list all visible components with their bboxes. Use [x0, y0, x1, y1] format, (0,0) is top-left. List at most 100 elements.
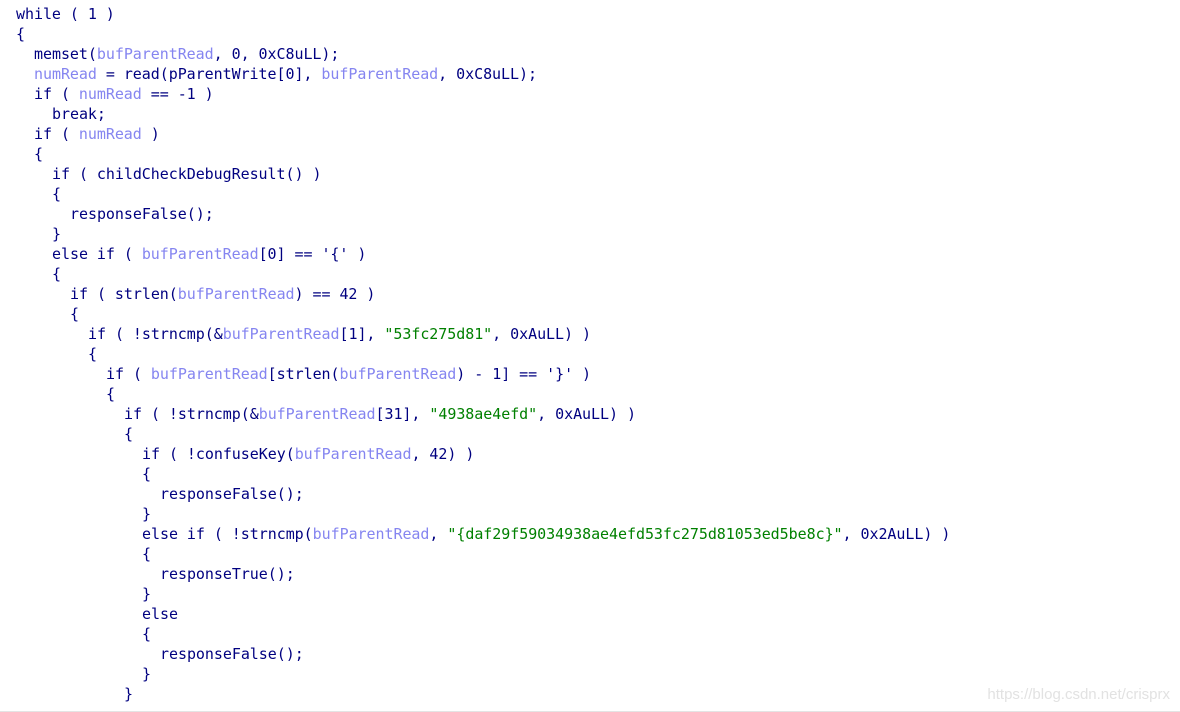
code-text: responseTrue();	[160, 565, 295, 583]
code-text: = read(pParentWrite[0],	[96, 65, 322, 83]
code-line[interactable]: }	[16, 584, 950, 604]
code-line[interactable]: responseFalse();	[16, 484, 950, 504]
code-variable: bufParentRead	[258, 405, 376, 423]
code-text: {	[34, 145, 43, 163]
code-text: )	[141, 125, 160, 143]
code-line[interactable]: responseTrue();	[16, 564, 950, 584]
code-line[interactable]: }	[16, 684, 950, 704]
code-text: if (	[34, 125, 79, 143]
code-text: if ( strlen(	[70, 285, 178, 303]
code-line[interactable]: if ( numRead )	[16, 124, 950, 144]
code-line[interactable]: {	[16, 424, 950, 444]
code-text: [strlen(	[267, 365, 340, 383]
code-string: "4938ae4efd"	[429, 405, 538, 423]
code-variable: numRead	[78, 125, 142, 143]
code-text: {	[88, 345, 97, 363]
code-text: }	[142, 505, 151, 523]
code-text: else if ( !strncmp(	[142, 525, 313, 543]
code-text: }	[52, 225, 61, 243]
code-text: if (	[106, 365, 151, 383]
code-string: "53fc275d81"	[384, 325, 493, 343]
code-variable: bufParentRead	[150, 365, 268, 383]
code-line[interactable]: {	[16, 144, 950, 164]
code-text: , 42) )	[411, 445, 475, 463]
code-variable: bufParentRead	[222, 325, 340, 343]
code-line[interactable]: while ( 1 )	[16, 4, 950, 24]
code-text: [31],	[375, 405, 430, 423]
code-line[interactable]: else if ( bufParentRead[0] == '{' )	[16, 244, 950, 264]
code-text: , 0xC8uLL);	[438, 65, 537, 83]
code-text: , 0xAuLL) )	[537, 405, 636, 423]
code-line[interactable]: else if ( !strncmp(bufParentRead, "{daf2…	[16, 524, 950, 544]
code-variable: bufParentRead	[339, 365, 457, 383]
code-text: else if (	[52, 245, 142, 263]
code-text: }	[124, 685, 133, 703]
code-line[interactable]: if ( strlen(bufParentRead) == 42 )	[16, 284, 950, 304]
code-text: if ( !strncmp(&	[124, 405, 259, 423]
code-line[interactable]: else	[16, 604, 950, 624]
code-text: responseFalse();	[160, 485, 304, 503]
code-text: ,	[429, 525, 448, 543]
code-variable: bufParentRead	[177, 285, 295, 303]
code-text: {	[124, 425, 133, 443]
code-text: {	[106, 385, 115, 403]
code-line[interactable]: memset(bufParentRead, 0, 0xC8uLL);	[16, 44, 950, 64]
code-line[interactable]: }	[16, 504, 950, 524]
code-text: [1],	[339, 325, 385, 343]
code-text: if (	[34, 85, 79, 103]
code-variable: numRead	[78, 85, 142, 103]
code-variable: bufParentRead	[321, 65, 439, 83]
code-text: {	[142, 465, 151, 483]
code-line[interactable]: responseFalse();	[16, 204, 950, 224]
code-text: , 0x2AuLL) )	[842, 525, 951, 543]
code-text: {	[16, 25, 25, 43]
code-line[interactable]: {	[16, 544, 950, 564]
code-text: , 0, 0xC8uLL);	[213, 45, 340, 63]
code-text: , 0xAuLL) )	[492, 325, 591, 343]
code-line[interactable]: if ( numRead == -1 )	[16, 84, 950, 104]
code-text: ) - 1] == '}' )	[456, 365, 592, 383]
code-text: {	[142, 545, 151, 563]
code-text: break;	[52, 105, 106, 123]
code-line[interactable]: {	[16, 464, 950, 484]
code-variable: bufParentRead	[141, 245, 259, 263]
code-line[interactable]: numRead = read(pParentWrite[0], bufParen…	[16, 64, 950, 84]
code-line[interactable]: }	[16, 224, 950, 244]
code-line[interactable]: if ( bufParentRead[strlen(bufParentRead)…	[16, 364, 950, 384]
watermark: https://blog.csdn.net/crisprx	[987, 686, 1170, 703]
code-line[interactable]: {	[16, 184, 950, 204]
code-line[interactable]: {	[16, 344, 950, 364]
pseudocode-view[interactable]: while ( 1 ){memset(bufParentRead, 0, 0xC…	[16, 4, 950, 704]
code-line[interactable]: break;	[16, 104, 950, 124]
code-text: {	[70, 305, 79, 323]
code-line[interactable]: {	[16, 624, 950, 644]
code-text: else	[142, 605, 178, 623]
code-text: }	[142, 665, 151, 683]
code-text: {	[52, 265, 61, 283]
code-text: == -1 )	[141, 85, 214, 103]
code-text: {	[52, 185, 61, 203]
code-line[interactable]: if ( !strncmp(&bufParentRead[1], "53fc27…	[16, 324, 950, 344]
code-text: if ( !strncmp(&	[88, 325, 223, 343]
code-variable: numRead	[34, 65, 97, 83]
code-line[interactable]: if ( !strncmp(&bufParentRead[31], "4938a…	[16, 404, 950, 424]
code-line[interactable]: {	[16, 304, 950, 324]
code-text: while ( 1 )	[16, 5, 115, 23]
code-text: {	[142, 625, 151, 643]
code-line[interactable]: }	[16, 664, 950, 684]
code-line[interactable]: if ( childCheckDebugResult() )	[16, 164, 950, 184]
code-text: if ( childCheckDebugResult() )	[52, 165, 322, 183]
code-variable: bufParentRead	[312, 525, 430, 543]
code-text: [0] == '{' )	[258, 245, 367, 263]
code-text: responseFalse();	[160, 645, 304, 663]
code-text: }	[142, 585, 151, 603]
code-line[interactable]: {	[16, 264, 950, 284]
code-line[interactable]: responseFalse();	[16, 644, 950, 664]
code-text: responseFalse();	[70, 205, 214, 223]
code-line[interactable]: {	[16, 384, 950, 404]
code-variable: bufParentRead	[294, 445, 412, 463]
code-text: if ( !confuseKey(	[142, 445, 295, 463]
code-line[interactable]: if ( !confuseKey(bufParentRead, 42) )	[16, 444, 950, 464]
code-variable: bufParentRead	[96, 45, 214, 63]
code-line[interactable]: {	[16, 24, 950, 44]
